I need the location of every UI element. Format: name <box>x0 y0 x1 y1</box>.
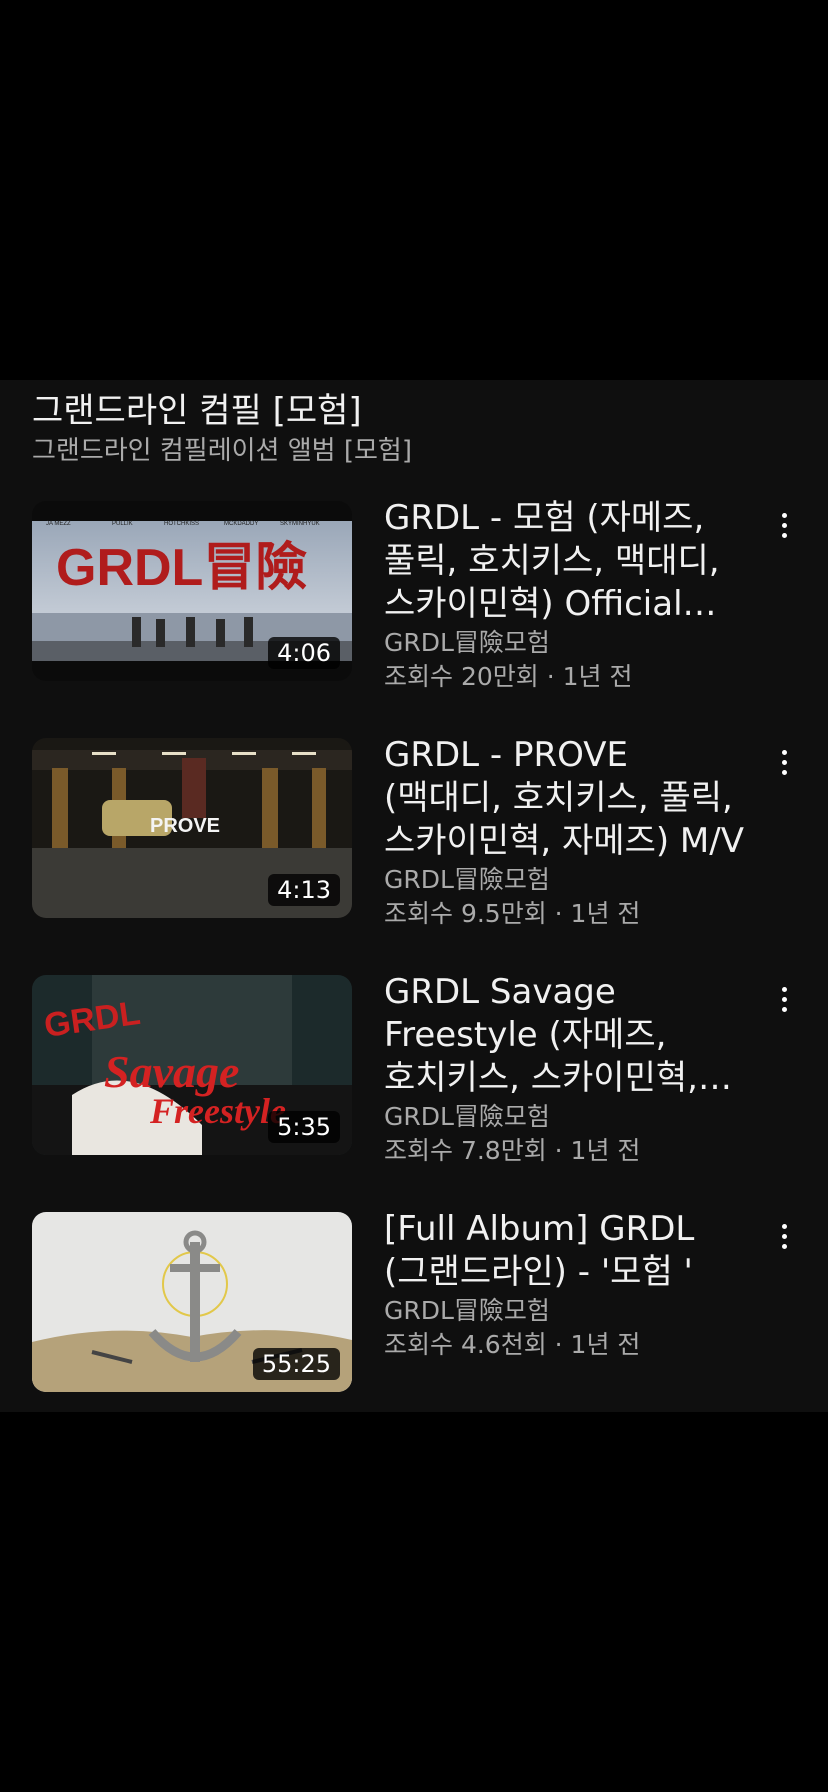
thumb-logo-text: Freestyle <box>149 1091 286 1131</box>
video-channel: GRDL冒險모험 <box>384 1102 550 1131</box>
video-duration: 5:35 <box>268 1111 340 1143</box>
video-duration: 4:13 <box>268 874 340 906</box>
video-stats: 조회수 20만회 · 1년 전 <box>384 662 633 691</box>
thumb-name: MCKDADDY <box>224 521 258 527</box>
thumb-logo-text: GRDL冒險 <box>56 539 307 597</box>
video-thumbnail[interactable]: PROVE 4:13 <box>32 738 352 918</box>
video-duration: 55:25 <box>252 1348 340 1380</box>
video-title[interactable]: [Full Album] GRDL (그랜드라인) - '모험 ' <box>384 1208 744 1294</box>
thumb-name: PULLIK <box>112 521 133 527</box>
video-info[interactable]: [Full Album] GRDL (그랜드라인) - '모험 ' GRDL冒險… <box>384 1208 744 1362</box>
video-item[interactable]: PROVE 4:13 GRDL - PROVE (맥대디, 호치키스, 풀릭, … <box>0 735 828 928</box>
video-channel: GRDL冒險모험 <box>384 1296 550 1325</box>
playlist-title: 그랜드라인 컴필 [모험] <box>32 391 362 431</box>
video-stats: 조회수 9.5만회 · 1년 전 <box>384 899 641 928</box>
video-thumbnail[interactable]: 55:25 <box>32 1212 352 1392</box>
video-duration: 4:06 <box>268 637 340 669</box>
video-channel: GRDL冒險모험 <box>384 865 550 894</box>
more-options-icon[interactable] <box>772 1216 796 1256</box>
thumb-name: SKYMINHYUK <box>280 521 320 527</box>
video-stats: 조회수 7.8만회 · 1년 전 <box>384 1136 641 1165</box>
thumb-name: JA MEZZ <box>46 521 71 527</box>
video-thumbnail[interactable]: GRDL Savage Freestyle 5:35 <box>32 975 352 1155</box>
playlist-panel: 그랜드라인 컴필 [모험] 그랜드라인 컴필레이션 앨범 [모험] JA MEZ… <box>0 380 828 1412</box>
video-item[interactable]: GRDL Savage Freestyle 5:35 GRDL Savage F… <box>0 972 828 1165</box>
video-info[interactable]: GRDL - PROVE (맥대디, 호치키스, 풀릭, 스카이민혁, 자메즈)… <box>384 734 744 931</box>
more-options-icon[interactable] <box>772 742 796 782</box>
video-info[interactable]: GRDL Savage Freestyle (자메즈, 호치키스, 스카이민혁,… <box>384 971 744 1168</box>
more-options-icon[interactable] <box>772 979 796 1019</box>
more-options-icon[interactable] <box>772 505 796 545</box>
video-title[interactable]: GRDL - PROVE (맥대디, 호치키스, 풀릭, 스카이민혁, 자메즈)… <box>384 734 744 863</box>
video-info[interactable]: GRDL - 모험 (자메즈, 풀릭, 호치키스, 맥대디, 스카이민혁) Of… <box>384 497 744 694</box>
video-title[interactable]: GRDL Savage Freestyle (자메즈, 호치키스, 스카이민혁,… <box>384 971 744 1100</box>
video-item[interactable]: JA MEZZ PULLIK HOTCHKISS MCKDADDY SKYMIN… <box>0 498 828 691</box>
video-title[interactable]: GRDL - 모험 (자메즈, 풀릭, 호치키스, 맥대디, 스카이민혁) Of… <box>384 497 744 626</box>
thumb-name: HOTCHKISS <box>164 521 199 527</box>
playlist-subtitle: 그랜드라인 컴필레이션 앨범 [모험] <box>32 436 412 466</box>
thumb-logo-text: Savage <box>104 1046 239 1097</box>
video-stats: 조회수 4.6천회 · 1년 전 <box>384 1330 641 1359</box>
video-thumbnail[interactable]: JA MEZZ PULLIK HOTCHKISS MCKDADDY SKYMIN… <box>32 501 352 681</box>
video-channel: GRDL冒險모험 <box>384 628 550 657</box>
thumb-logo-text: PROVE <box>150 815 220 837</box>
video-item[interactable]: 55:25 [Full Album] GRDL (그랜드라인) - '모험 ' … <box>0 1209 828 1402</box>
playlist-header: 그랜드라인 컴필 [모험] 그랜드라인 컴필레이션 앨범 [모험] <box>32 390 796 468</box>
